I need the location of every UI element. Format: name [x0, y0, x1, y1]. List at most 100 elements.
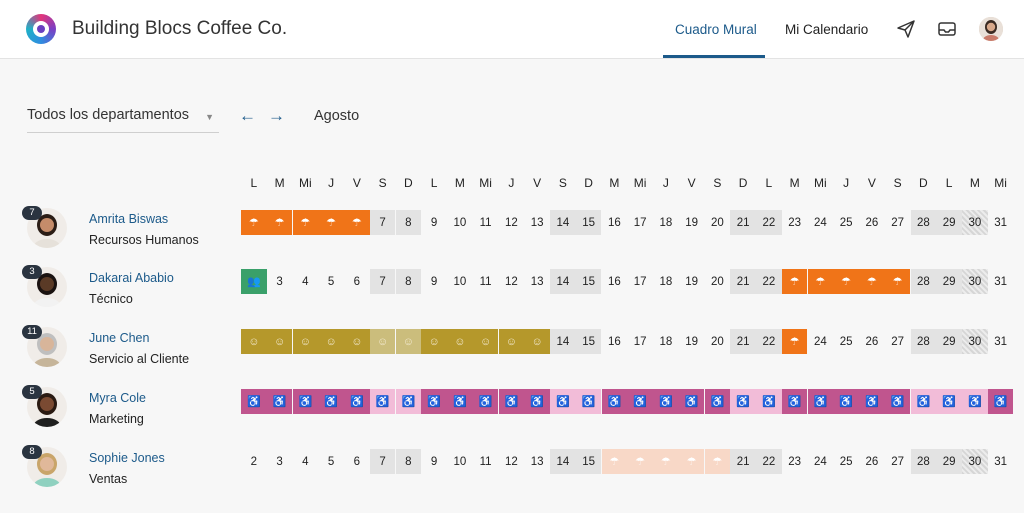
day-cell[interactable]: ♿ [653, 389, 679, 414]
day-cell[interactable]: ♿ [987, 389, 1014, 414]
day-cell[interactable]: 4 [293, 449, 319, 474]
day-cell[interactable]: 27 [885, 329, 911, 354]
day-cell[interactable]: 11 [473, 210, 499, 235]
user-avatar[interactable] [979, 17, 1003, 41]
day-cell[interactable]: 18 [653, 210, 679, 235]
day-cell[interactable]: ♿ [241, 389, 267, 414]
day-cell[interactable]: 19 [679, 210, 705, 235]
day-cell[interactable]: ♿ [524, 389, 550, 414]
day-cell[interactable]: ☂ [266, 210, 293, 235]
day-cell[interactable]: ☂ [653, 449, 679, 474]
day-cell[interactable]: 3 [267, 449, 293, 474]
day-cell[interactable]: ☂ [833, 269, 859, 294]
day-cell[interactable]: 16 [602, 210, 628, 235]
day-cell[interactable]: 31 [988, 269, 1014, 294]
day-cell[interactable]: ♿ [910, 389, 937, 414]
day-cell[interactable]: 13 [524, 449, 550, 474]
next-month-button[interactable]: → [268, 106, 285, 126]
day-cell[interactable]: 14 [550, 449, 576, 474]
employee-name-link[interactable]: Myra Cole [89, 391, 146, 405]
day-cell[interactable]: 25 [833, 329, 859, 354]
day-cell[interactable]: ☺ [395, 329, 422, 354]
day-cell[interactable]: 5 [318, 449, 344, 474]
day-cell[interactable]: 27 [885, 210, 911, 235]
day-cell[interactable]: 19 [679, 329, 705, 354]
day-cell[interactable]: 6 [344, 449, 370, 474]
day-cell[interactable]: 28 [910, 210, 937, 235]
day-cell[interactable]: 30 [962, 269, 988, 294]
day-cell[interactable]: 15 [575, 329, 602, 354]
day-cell[interactable]: 8 [395, 269, 422, 294]
day-cell[interactable]: 16 [602, 329, 628, 354]
day-cell[interactable]: ♿ [447, 389, 473, 414]
day-cell[interactable]: 29 [936, 329, 962, 354]
day-cell[interactable]: ☂ [884, 269, 911, 294]
day-cell[interactable]: 12 [499, 449, 525, 474]
day-cell[interactable]: ☂ [781, 269, 808, 294]
tab-cuadro-mural[interactable]: Cuadro Mural [675, 22, 757, 37]
day-cell[interactable]: 17 [627, 329, 653, 354]
day-cell[interactable]: ♿ [575, 389, 602, 414]
day-cell[interactable]: 24 [808, 449, 834, 474]
day-cell[interactable]: 👥 [241, 269, 267, 294]
day-cell[interactable]: ☺ [472, 329, 499, 354]
day-cell[interactable]: 9 [421, 269, 447, 294]
day-cell[interactable]: ♿ [730, 389, 756, 414]
day-cell[interactable]: 14 [550, 210, 576, 235]
day-cell[interactable]: 18 [653, 269, 679, 294]
day-cell[interactable]: ♿ [344, 389, 370, 414]
day-cell[interactable]: 9 [421, 449, 447, 474]
day-cell[interactable]: 29 [936, 210, 962, 235]
day-cell[interactable]: 31 [988, 449, 1014, 474]
day-cell[interactable]: 8 [395, 449, 422, 474]
day-cell[interactable]: ☺ [369, 329, 396, 354]
day-cell[interactable]: 15 [575, 269, 602, 294]
day-cell[interactable]: 31 [988, 210, 1014, 235]
day-cell[interactable]: 14 [550, 269, 576, 294]
day-cell[interactable]: ♿ [266, 389, 293, 414]
day-cell[interactable]: 22 [756, 269, 782, 294]
tab-mi-calendario[interactable]: Mi Calendario [785, 22, 868, 37]
day-cell[interactable]: 14 [550, 329, 576, 354]
day-cell[interactable]: 19 [679, 269, 705, 294]
day-cell[interactable]: 30 [962, 449, 988, 474]
day-cell[interactable]: 22 [756, 210, 782, 235]
day-cell[interactable]: 22 [756, 449, 782, 474]
employee-name-link[interactable]: Amrita Biswas [89, 212, 168, 226]
day-cell[interactable]: ☺ [524, 329, 550, 354]
day-cell[interactable]: 13 [524, 210, 550, 235]
day-cell[interactable]: 12 [499, 269, 525, 294]
day-cell[interactable]: 11 [473, 269, 499, 294]
day-cell[interactable]: 29 [936, 449, 962, 474]
day-cell[interactable]: ♿ [859, 389, 885, 414]
prev-month-button[interactable]: ← [239, 106, 256, 126]
employee-name-link[interactable]: Dakarai Ababio [89, 271, 174, 285]
day-cell[interactable]: 27 [885, 449, 911, 474]
day-cell[interactable]: ☂ [704, 449, 731, 474]
day-cell[interactable]: 30 [962, 329, 988, 354]
day-cell[interactable]: 22 [756, 329, 782, 354]
day-cell[interactable]: ☺ [241, 329, 267, 354]
day-cell[interactable]: ♿ [498, 389, 525, 414]
day-cell[interactable]: ☂ [292, 210, 319, 235]
day-cell[interactable]: ♿ [318, 389, 344, 414]
day-cell[interactable]: 18 [653, 329, 679, 354]
day-cell[interactable]: ☺ [292, 329, 319, 354]
day-cell[interactable]: 11 [473, 449, 499, 474]
day-cell[interactable]: 15 [575, 449, 602, 474]
day-cell[interactable]: 28 [910, 269, 937, 294]
day-cell[interactable]: ♿ [704, 389, 731, 414]
day-cell[interactable]: 10 [447, 449, 473, 474]
day-cell[interactable]: ☂ [601, 449, 628, 474]
day-cell[interactable]: 24 [808, 210, 834, 235]
day-cell[interactable]: ☺ [447, 329, 473, 354]
day-cell[interactable]: ♿ [884, 389, 911, 414]
day-cell[interactable]: 8 [395, 210, 422, 235]
day-cell[interactable]: ☂ [859, 269, 885, 294]
day-cell[interactable]: 15 [575, 210, 602, 235]
day-cell[interactable]: ☂ [781, 329, 808, 354]
day-cell[interactable]: ♿ [472, 389, 499, 414]
day-cell[interactable]: ♿ [395, 389, 422, 414]
day-cell[interactable]: 29 [936, 269, 962, 294]
day-cell[interactable]: ☂ [318, 210, 344, 235]
